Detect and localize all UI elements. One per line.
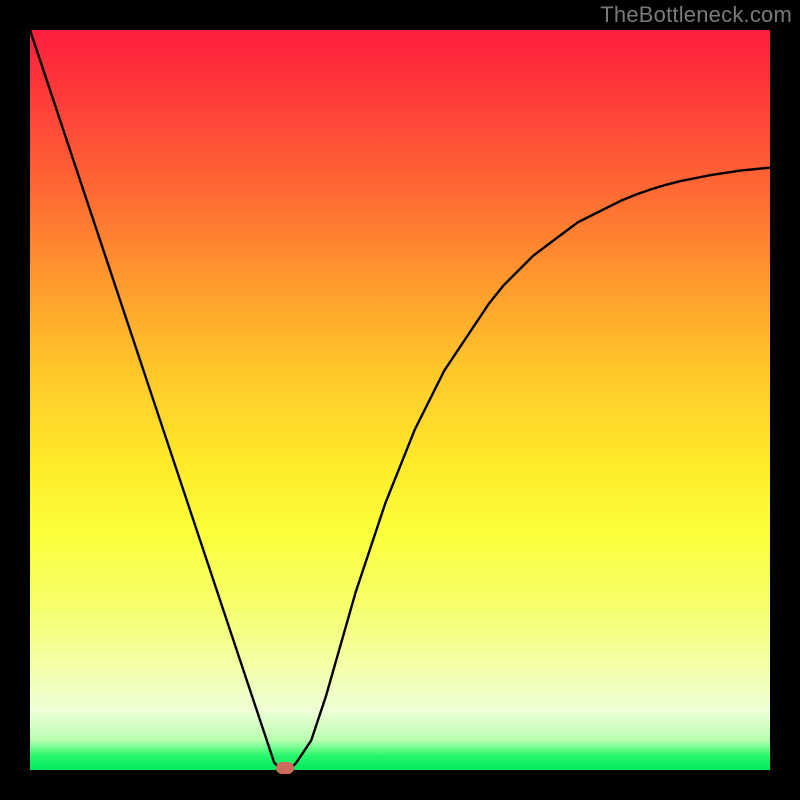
watermark-text: TheBottleneck.com — [600, 2, 792, 28]
chart-frame: TheBottleneck.com — [0, 0, 800, 800]
minimum-marker — [276, 762, 294, 774]
bottleneck-curve — [30, 30, 770, 770]
